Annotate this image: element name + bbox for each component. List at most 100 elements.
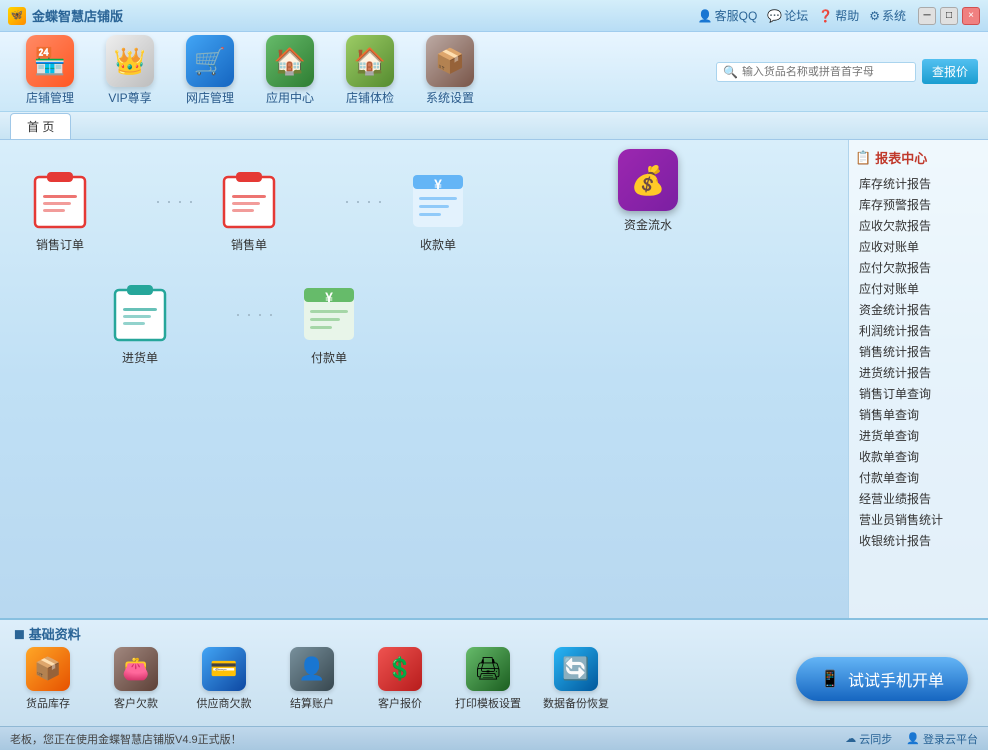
report-item-11[interactable]: 销售单查询 [855,404,982,425]
bottom-item-inventory[interactable]: 📦 货品库存 [14,647,82,711]
nav-item-online-shop[interactable]: 🛒 网店管理 [170,36,250,108]
nav-label-vip: VIP尊享 [108,89,151,106]
grid-item-receipt[interactable]: ¥ 收款单 [398,170,478,253]
report-item-8[interactable]: 销售统计报告 [855,341,982,362]
main-content: 销售订单 · · · · 销售单 · · · · [0,140,988,618]
mobile-btn-icon: 📱 [820,669,840,689]
sales-bill-icon [219,170,279,230]
nav-item-sysset[interactable]: 📦 系统设置 [410,36,490,108]
arrow-3: · · · · [235,304,274,345]
cashflow-coin-icon: 💰 [631,164,666,197]
payable-label: 供应商欠款 [197,695,252,711]
nav-item-apps[interactable]: 🏠 应用中心 [250,36,330,108]
account-icon: 👤 [290,647,334,691]
report-item-5[interactable]: 应付对账单 [855,278,982,299]
print-label: 打印模板设置 [455,695,521,711]
link-customer-qq[interactable]: 👤 客服QQ [698,7,758,24]
top-nav: 🏪 店铺管理 👑 VIP尊享 🛒 网店管理 🏠 应用中心 [0,32,988,112]
link-forum[interactable]: 💬 论坛 [767,7,808,24]
nav-item-store[interactable]: 🏪 店铺管理 [10,36,90,108]
grid-item-sales-order[interactable]: 销售订单 [20,170,100,253]
search-input-wrap: 🔍 [716,62,916,82]
report-item-2[interactable]: 应收欠款报告 [855,215,982,236]
receivable-icon: 👛 [114,647,158,691]
svg-text:¥: ¥ [434,176,442,192]
store-icon: 🏪 [34,46,66,77]
arrow-2: · · · · [344,191,383,232]
sysset-icon: 📦 [435,47,465,76]
receivable-label: 客户欠款 [114,695,158,711]
grid-item-sales-bill[interactable]: 销售单 [209,170,289,253]
close-button[interactable]: × [962,7,980,25]
grid-row-1: 销售订单 · · · · 销售单 · · · · [20,170,828,253]
bottom-item-payable[interactable]: 💳 供应商欠款 [190,647,258,711]
status-link-sync[interactable]: ☁ 云同步 [845,731,892,747]
account-label: 结算账户 [290,695,334,711]
online-shop-icon: 🛒 [194,46,226,77]
payment-label: 付款单 [311,349,347,366]
bottom-item-backup[interactable]: 🔄 数据备份恢复 [542,647,610,711]
receipt-label: 收款单 [420,236,456,253]
report-item-14[interactable]: 付款单查询 [855,467,982,488]
report-icon: 📋 [855,150,871,166]
search-button[interactable]: 查报价 [922,59,978,84]
bottom-item-account[interactable]: 👤 结算账户 [278,647,346,711]
search-area: 🔍 查报价 [716,59,978,84]
link-system[interactable]: ⚙ 系统 [869,7,906,24]
report-item-3[interactable]: 应收对账单 [855,236,982,257]
backup-label: 数据备份恢复 [543,695,609,711]
tab-bar: 首 页 [0,112,988,140]
content-area: 销售订单 · · · · 销售单 · · · · [0,140,848,618]
report-item-1[interactable]: 库存预警报告 [855,194,982,215]
grid-item-cashflow[interactable]: 💰 资金流水 [608,150,688,233]
title-bar-left: 🦋 金蝶智慧店铺版 [8,6,123,25]
search-icon: 🔍 [723,65,738,79]
bottom-item-print[interactable]: 🖨 打印模板设置 [454,647,522,711]
report-item-15[interactable]: 经营业绩报告 [855,488,982,509]
nav-label-check: 店铺体检 [346,89,394,106]
tab-home[interactable]: 首 页 [10,113,71,139]
link-help[interactable]: ❓ 帮助 [818,7,859,24]
cashflow-item[interactable]: 💰 资金流水 [608,150,688,233]
report-item-12[interactable]: 进货单查询 [855,425,982,446]
status-bar: 老板，您正在使用金蝶智慧店铺版V4.9正式版！ ☁ 云同步 👤 登录云平台 [0,726,988,750]
grid-item-payment[interactable]: ¥ 付款单 [289,283,369,366]
report-item-10[interactable]: 销售订单查询 [855,383,982,404]
inventory-label: 货品库存 [26,695,70,711]
nav-item-check[interactable]: 🏠 店铺体检 [330,36,410,108]
bottom-item-receivable[interactable]: 👛 客户欠款 [102,647,170,711]
backup-icon: 🔄 [554,647,598,691]
report-item-13[interactable]: 收款单查询 [855,446,982,467]
store-icon-wrapper: 🏪 [26,37,74,85]
report-item-6[interactable]: 资金统计报告 [855,299,982,320]
report-item-4[interactable]: 应付欠款报告 [855,257,982,278]
report-item-17[interactable]: 收银统计报告 [855,530,982,551]
search-input[interactable] [742,66,909,78]
title-bar-right: 👤 客服QQ 💬 论坛 ❓ 帮助 ⚙ 系统 ─ □ × [698,7,980,25]
status-link-login[interactable]: 👤 登录云平台 [906,731,978,747]
arrow-1: · · · · [155,191,194,232]
basic-data-title: 基础资料 [29,624,81,643]
bottom-item-quotation[interactable]: 💲 客户报价 [366,647,434,711]
app-icon: 🦋 [8,7,26,25]
grid-item-purchase[interactable]: 进货单 [100,283,180,366]
purchase-icon [110,283,170,343]
cashflow-icon: 💰 [618,150,678,210]
bottom-icons: 📦 货品库存 👛 客户欠款 💳 供应商欠款 👤 结算 [0,647,624,711]
nav-label-store: 店铺管理 [26,89,74,106]
report-item-7[interactable]: 利润统计报告 [855,320,982,341]
purchase-label: 进货单 [122,349,158,366]
right-sidebar: 📋 报表中心 库存统计报告 库存预警报告 应收欠款报告 应收对账单 应付欠款报告… [848,140,988,618]
mobile-order-button[interactable]: 📱 试试手机开单 [796,657,968,701]
vip-icon-wrapper: 👑 [106,37,154,85]
report-item-16[interactable]: 营业员销售统计 [855,509,982,530]
basic-data-icon: ◼ [14,626,25,642]
quotation-icon: 💲 [378,647,422,691]
maximize-button[interactable]: □ [940,7,958,25]
minimize-button[interactable]: ─ [918,7,936,25]
status-right: ☁ 云同步 👤 登录云平台 [845,731,978,747]
nav-item-vip[interactable]: 👑 VIP尊享 [90,36,170,108]
apps-icon-wrapper: 🏠 [266,37,314,85]
report-item-9[interactable]: 进货统计报告 [855,362,982,383]
report-item-0[interactable]: 库存统计报告 [855,173,982,194]
